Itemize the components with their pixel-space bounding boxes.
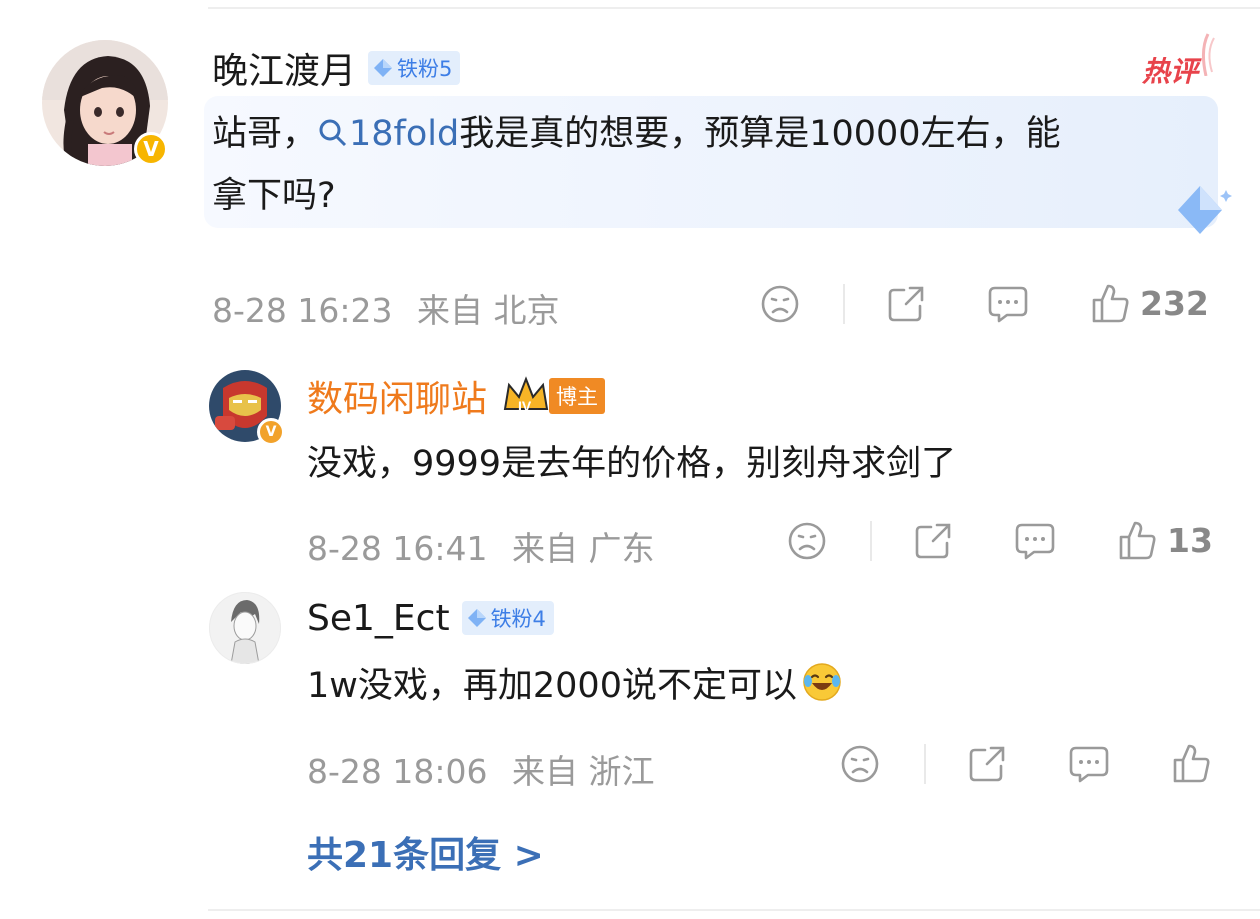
- comment-icon[interactable]: [1014, 521, 1056, 561]
- blogger-badge[interactable]: 博主: [549, 378, 606, 414]
- comment-location: 来自 北京: [417, 291, 560, 330]
- username[interactable]: 晚江渡月: [212, 42, 356, 94]
- divider: [843, 284, 845, 324]
- like-button[interactable]: 232: [1090, 282, 1209, 324]
- comment-text: 站哥， 18fold我是真的想要，预算是10000左右，能: [212, 114, 1061, 154]
- comment-icon[interactable]: [1068, 744, 1110, 784]
- like-count: 13: [1167, 520, 1213, 560]
- share-icon[interactable]: [967, 744, 1007, 784]
- search-keyword-link[interactable]: 18fold: [317, 114, 459, 154]
- username[interactable]: Se1_Ect: [307, 598, 450, 639]
- dislike-icon[interactable]: [840, 744, 880, 784]
- avatar[interactable]: V: [209, 370, 285, 446]
- like-button[interactable]: 13: [1117, 519, 1213, 561]
- bottom-divider: [208, 909, 1260, 911]
- fan-badge-label: 铁粉4: [490, 607, 546, 631]
- comment-icon[interactable]: [987, 284, 1029, 324]
- thumbs-up-icon: [1173, 744, 1210, 783]
- hot-flame-icon: [1201, 33, 1215, 76]
- verified-badge-icon: V: [134, 132, 168, 166]
- thumbs-up-icon: [1119, 521, 1156, 560]
- dislike-icon[interactable]: [787, 521, 827, 561]
- comment-text-line2: 拿下吗?: [212, 176, 336, 216]
- comment-date: 8-28 16:23: [212, 291, 393, 330]
- comment-text: 1w没戏，再加2000说不定可以: [307, 655, 843, 717]
- comment-location: 来自 浙江: [512, 752, 655, 791]
- thumbs-up-icon: [1092, 284, 1129, 323]
- comment-header: 数码闲聊站 IV 博主: [307, 370, 606, 422]
- verified-badge-icon: V: [257, 418, 285, 446]
- search-icon: [319, 119, 347, 147]
- avatar[interactable]: [209, 592, 281, 664]
- avatar[interactable]: V: [42, 40, 168, 166]
- fan-badge[interactable]: 铁粉5: [368, 51, 461, 85]
- top-divider: [208, 7, 1260, 9]
- fan-badge[interactable]: 铁粉4: [461, 601, 554, 635]
- divider: [870, 521, 872, 561]
- laughing-crying-emoji-icon: [803, 663, 841, 701]
- comment-date: 8-28 16:41: [307, 529, 488, 568]
- view-all-replies-link[interactable]: 共21条回复 >: [307, 826, 544, 878]
- comment-location: 来自 广东: [512, 529, 655, 568]
- share-icon[interactable]: [913, 521, 953, 561]
- fan-badge-label: 铁粉5: [397, 57, 453, 81]
- comment-header: 晚江渡月 铁粉5: [212, 42, 461, 94]
- like-button[interactable]: [1171, 742, 1221, 784]
- diamond-sparkle-icon: [1178, 186, 1232, 234]
- comment-date: 8-28 18:06: [307, 752, 488, 791]
- diamond-icon: [467, 609, 486, 627]
- like-count: 232: [1140, 283, 1209, 323]
- dislike-icon[interactable]: [760, 284, 800, 324]
- share-icon[interactable]: [886, 284, 926, 324]
- comment-meta: 8-28 16:41 来自 广东: [307, 522, 655, 570]
- diamond-icon: [374, 59, 393, 77]
- comment-header: Se1_Ect 铁粉4: [307, 594, 554, 642]
- comment-meta: 8-28 18:06 来自 浙江: [307, 745, 655, 793]
- svg-text:IV: IV: [518, 398, 532, 414]
- crown-icon: IV: [503, 376, 549, 414]
- hot-comment-label: 热评: [1142, 55, 1199, 88]
- divider: [924, 744, 926, 784]
- comment-meta: 8-28 16:23 来自 北京: [212, 284, 560, 332]
- comment-text: 没戏，9999是去年的价格，别刻舟求剑了: [307, 444, 957, 484]
- username[interactable]: 数码闲聊站: [307, 370, 487, 422]
